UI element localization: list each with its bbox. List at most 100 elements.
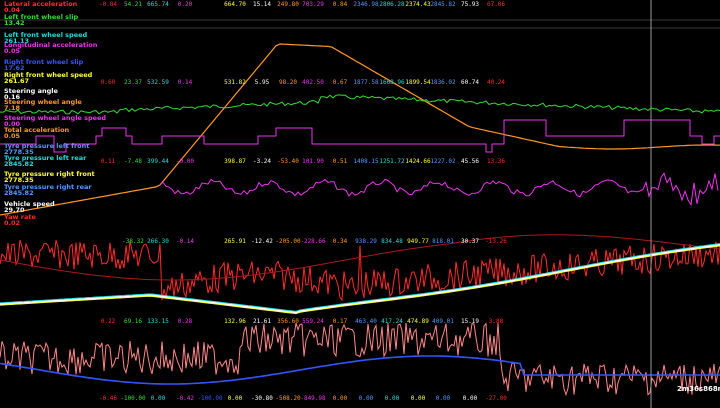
scale-value: 0.84	[333, 1, 348, 8]
scale-value: 23.37	[124, 79, 142, 86]
scale-value: 664.70	[224, 1, 246, 8]
scale-value: 101.90	[302, 158, 324, 165]
scale-value: 0.20	[178, 1, 193, 8]
scale-value: 2845.82	[430, 1, 456, 8]
scale-value: 1408.15	[353, 158, 379, 165]
scale-value: -27.00	[485, 395, 507, 402]
channel-value: 2845.82	[4, 160, 34, 168]
scale-value: 409.01	[432, 318, 454, 325]
scale-value: 2374.43	[405, 1, 431, 8]
scale-value: 30.37	[461, 238, 479, 245]
scale-value: -0.00	[176, 158, 194, 165]
scale-value: 1668.96	[379, 79, 405, 86]
scale-value: -0.42	[176, 395, 194, 402]
scale-value: -205.00	[275, 238, 301, 245]
scale-value: 0.60	[101, 79, 116, 86]
scale-value: 67.06	[487, 1, 505, 8]
scale-value: 1877.58	[353, 79, 379, 86]
scale-value: -100.00	[197, 395, 223, 402]
channel-value: 2845.82	[4, 189, 34, 197]
scale-value: 0.22	[101, 318, 116, 325]
scale-value: -228.66	[300, 238, 326, 245]
scale-value: 1424.66	[405, 158, 431, 165]
scale-value: 69.16	[124, 318, 142, 325]
scale-value: 834.48	[381, 238, 403, 245]
scale-value: 402.50	[302, 79, 324, 86]
scale-value: -13.26	[485, 238, 507, 245]
scale-value: 40.24	[487, 79, 505, 86]
scale-value: 5.95	[255, 79, 270, 86]
scale-value: 75.93	[461, 1, 479, 8]
scale-row: 0.22 69.16 133.15 0.28 132.96 21.61 356.60 559.…	[101, 318, 504, 325]
scale-value: 938.29	[355, 238, 377, 245]
scale-value: 45.56	[461, 158, 479, 165]
scale-value: 532.59	[147, 79, 169, 86]
telemetry-chart[interactable]: -0.84 54.21 665.74 0.20 664.70 15.14 249.80 703…	[0, 0, 720, 408]
scale-value: -849.98	[300, 395, 326, 402]
scale-value: 2346.98	[353, 1, 379, 8]
scale-value: 60.74	[461, 79, 479, 86]
scale-value: 0.14	[178, 79, 193, 86]
scale-value: 1899.54	[405, 79, 431, 86]
scale-value: 0.00	[411, 395, 426, 402]
scale-value: 133.15	[147, 318, 169, 325]
scale-value: 949.77	[407, 238, 429, 245]
scale-value: 0.67	[333, 79, 348, 86]
scale-row: -38.32 266.30 -0.14 265.91 -12.42 -205.00 -228…	[122, 238, 507, 245]
channel-value: 0.05	[4, 132, 21, 140]
scale-value: 0.00	[333, 395, 348, 402]
channel-value: 7.18	[4, 104, 21, 112]
scale-value: -38.32	[122, 238, 144, 245]
scale-row: -0.84 54.21 665.74 0.20 664.70 15.14 249.80 703…	[99, 1, 505, 8]
scale-row: 0.11 -7.48 399.44 -0.00 398.87 -3.24 -53.40 101…	[101, 158, 506, 165]
scale-value: 0.00	[436, 395, 451, 402]
scale-value: -0.84	[99, 1, 117, 8]
scale-value: 54.21	[124, 1, 142, 8]
scale-value: 356.60	[277, 318, 299, 325]
scale-value: -508.20	[275, 395, 301, 402]
scale-row: 0.60 23.37 532.59 0.14 531.82 5.95 98.20 402.50…	[101, 79, 506, 86]
scale-value: 665.74	[147, 1, 169, 8]
scale-value: 0.00	[228, 395, 243, 402]
scale-value: -0.46	[99, 395, 117, 402]
scale-value: 132.96	[224, 318, 246, 325]
scale-value: 1227.02	[430, 158, 456, 165]
channel-value: 13.42	[4, 19, 25, 27]
scale-value: 15.19	[461, 318, 479, 325]
scale-value: 399.44	[147, 158, 169, 165]
scale-value: 0.00	[151, 395, 166, 402]
scale-value: 2806.28	[379, 1, 405, 8]
scale-value: 463.40	[355, 318, 377, 325]
scale-value: 0.00	[359, 395, 374, 402]
scale-value: 818.01	[432, 238, 454, 245]
scale-value: 703.29	[302, 1, 324, 8]
scale-value: 266.30	[147, 238, 169, 245]
scale-value: -0.14	[176, 238, 194, 245]
scale-value: 0.17	[333, 318, 348, 325]
scale-value: 15.14	[253, 1, 271, 8]
scale-value: 0.11	[101, 158, 116, 165]
scale-value: 0.00	[385, 395, 400, 402]
scale-value: -3.24	[253, 158, 271, 165]
scale-value: 13.36	[487, 158, 505, 165]
scale-value: -12.42	[251, 238, 273, 245]
scale-value: 1836.02	[430, 79, 456, 86]
scale-value: 249.80	[277, 1, 299, 8]
scale-value: -30.80	[251, 395, 273, 402]
scale-value: 417.24	[381, 318, 403, 325]
scale-value: 3.88	[489, 318, 504, 325]
scale-value: 265.91	[224, 238, 246, 245]
scale-value: 98.20	[279, 79, 297, 86]
scale-value: 1251.72	[379, 158, 405, 165]
scale-value: -53.40	[277, 158, 299, 165]
scale-value: 398.87	[224, 158, 246, 165]
scale-value: 0.28	[178, 318, 193, 325]
scale-value: 0.00	[463, 395, 478, 402]
channel-value: 261.67	[4, 77, 29, 85]
channel-value: 0.02	[4, 219, 20, 227]
scale-value: 559.24	[302, 318, 324, 325]
scale-row: -0.46 -100.00 0.00 -0.42 -100.00 0.00 -30.80 -5…	[99, 395, 507, 402]
scale-value: 0.51	[333, 158, 348, 165]
scale-value: 0.34	[333, 238, 348, 245]
scale-value: 531.82	[224, 79, 246, 86]
